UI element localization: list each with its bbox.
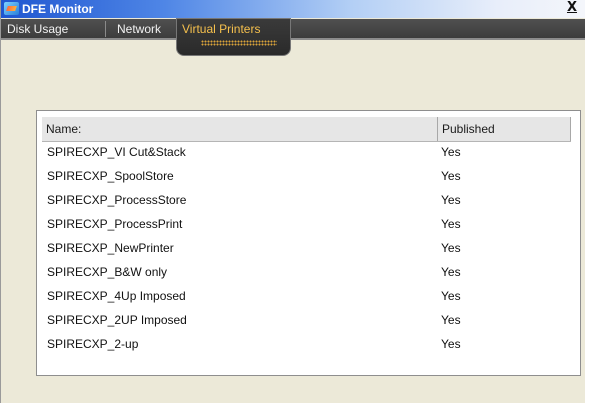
table-row[interactable]: SPIRECXP_B&W only Yes [43, 262, 570, 286]
published-status: Yes [441, 169, 461, 183]
published-status: Yes [441, 193, 461, 207]
printer-name: SPIRECXP_SpoolStore [47, 169, 174, 183]
column-divider[interactable] [437, 117, 438, 141]
column-header-name[interactable]: Name: [46, 122, 81, 136]
dfe-monitor-window: DFE Monitor X Disk Usage Network Virtual… [0, 0, 585, 403]
published-status: Yes [441, 265, 461, 279]
table-row[interactable]: SPIRECXP_VI Cut&Stack Yes [43, 142, 570, 166]
tab-virtual-printers-label[interactable]: Virtual Printers [182, 19, 260, 39]
table-row[interactable]: SPIRECXP_ProcessStore Yes [43, 190, 570, 214]
tab-network[interactable]: Network [111, 19, 167, 39]
tab-grip-icon [201, 40, 277, 46]
table-row[interactable]: SPIRECXP_4Up Imposed Yes [43, 286, 570, 310]
table-row[interactable]: SPIRECXP_SpoolStore Yes [43, 166, 570, 190]
table-row[interactable]: SPIRECXP_2-up Yes [43, 334, 570, 358]
table-row[interactable]: SPIRECXP_NewPrinter Yes [43, 238, 570, 262]
table-header: Name: Published [42, 117, 571, 142]
tab-disk-usage[interactable]: Disk Usage [1, 19, 74, 39]
printer-name: SPIRECXP_NewPrinter [47, 241, 174, 255]
column-divider [570, 117, 571, 141]
printer-name: SPIRECXP_2UP Imposed [47, 313, 187, 327]
title-bar[interactable]: DFE Monitor X [1, 0, 585, 18]
published-status: Yes [441, 313, 461, 327]
printer-name: SPIRECXP_ProcessPrint [47, 217, 183, 231]
printer-name: SPIRECXP_ProcessStore [47, 193, 187, 207]
published-status: Yes [441, 145, 461, 159]
window-title: DFE Monitor [22, 2, 94, 16]
published-status: Yes [441, 289, 461, 303]
tab-strip-divider [1, 38, 585, 40]
published-status: Yes [441, 241, 461, 255]
table-row[interactable]: SPIRECXP_2UP Imposed Yes [43, 310, 570, 334]
tab-separator [105, 21, 106, 37]
table-row[interactable]: SPIRECXP_ProcessPrint Yes [43, 214, 570, 238]
dfe-monitor-icon [4, 2, 19, 15]
published-status: Yes [441, 217, 461, 231]
close-icon[interactable]: X [565, 0, 579, 16]
column-header-published[interactable]: Published [442, 122, 495, 136]
printer-name: SPIRECXP_B&W only [47, 265, 168, 279]
printer-name: SPIRECXP_4Up Imposed [47, 289, 186, 303]
printer-name: SPIRECXP_2-up [47, 337, 139, 351]
printer-name: SPIRECXP_VI Cut&Stack [47, 145, 186, 159]
published-status: Yes [441, 337, 461, 351]
